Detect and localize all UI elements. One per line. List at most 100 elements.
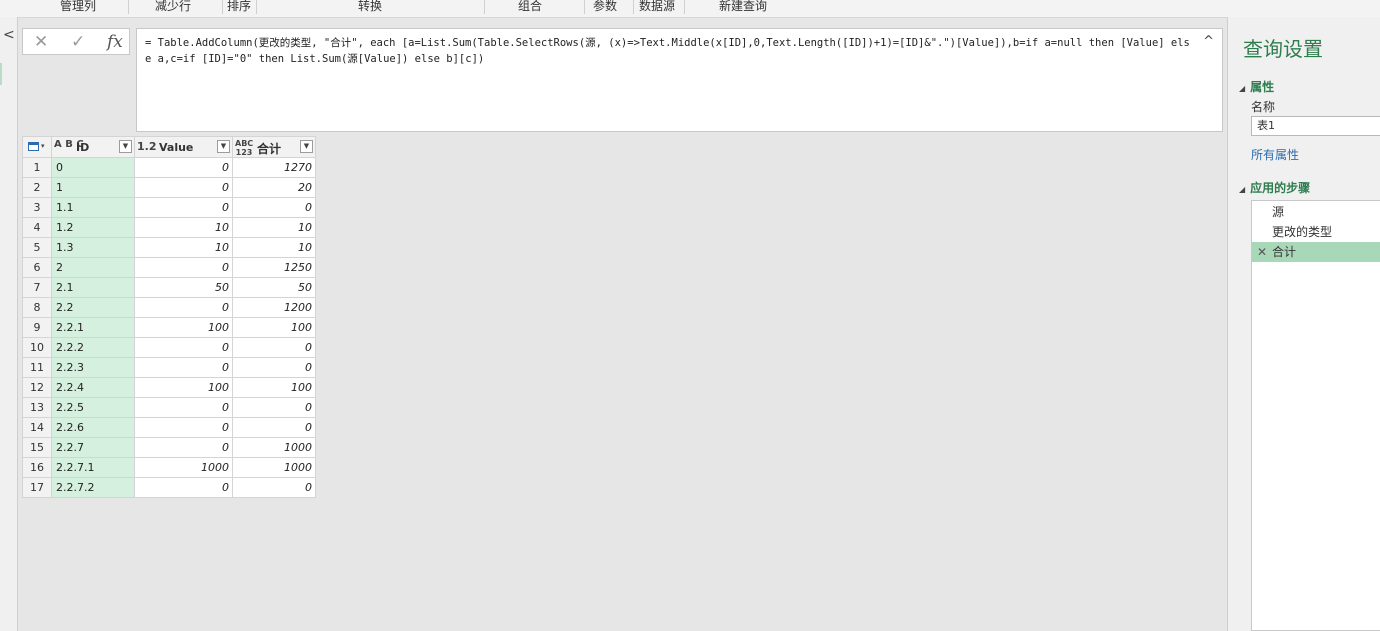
- cell-id[interactable]: 2.2: [51, 297, 135, 318]
- table-row[interactable]: 17 2.2.7.2 0 0: [22, 477, 316, 498]
- cell-value[interactable]: 0: [134, 477, 233, 498]
- row-number[interactable]: 17: [22, 477, 52, 498]
- filter-dropdown-icon[interactable]: ▼: [217, 139, 230, 153]
- table-menu-button[interactable]: ▾: [22, 136, 52, 158]
- cell-id[interactable]: 2.2.1: [51, 317, 135, 338]
- cell-total[interactable]: 0: [232, 397, 316, 418]
- cell-value[interactable]: 0: [134, 177, 233, 198]
- table-row[interactable]: 13 2.2.5 0 0: [22, 397, 316, 418]
- cell-total[interactable]: 0: [232, 197, 316, 218]
- row-number[interactable]: 4: [22, 217, 52, 238]
- row-number[interactable]: 2: [22, 177, 52, 198]
- cell-value[interactable]: 0: [134, 437, 233, 458]
- table-row[interactable]: 1 0 0 1270: [22, 157, 316, 178]
- table-row[interactable]: 4 1.2 10 10: [22, 217, 316, 238]
- close-icon[interactable]: ✕: [34, 32, 48, 52]
- cell-id[interactable]: 1.3: [51, 237, 135, 258]
- table-row[interactable]: 15 2.2.7 0 1000: [22, 437, 316, 458]
- column-header-value[interactable]: 1.2 Value ▼: [134, 136, 233, 158]
- step-source[interactable]: 源: [1252, 202, 1380, 222]
- cell-id[interactable]: 1.1: [51, 197, 135, 218]
- row-number[interactable]: 14: [22, 417, 52, 438]
- cell-value[interactable]: 0: [134, 197, 233, 218]
- column-header-id[interactable]: A B C ID ▼: [51, 136, 135, 158]
- table-row[interactable]: 9 2.2.1 100 100: [22, 317, 316, 338]
- check-icon[interactable]: ✓: [71, 32, 85, 52]
- any-type-icon[interactable]: ABC 123: [235, 139, 253, 157]
- row-number[interactable]: 6: [22, 257, 52, 278]
- cell-id[interactable]: 1: [51, 177, 135, 198]
- column-header-total[interactable]: ABC 123 合计 ▼: [232, 136, 316, 158]
- cell-id[interactable]: 1.2: [51, 217, 135, 238]
- table-row[interactable]: 5 1.3 10 10: [22, 237, 316, 258]
- cell-total[interactable]: 0: [232, 357, 316, 378]
- cell-value[interactable]: 100: [134, 377, 233, 398]
- row-number[interactable]: 15: [22, 437, 52, 458]
- cell-total[interactable]: 0: [232, 337, 316, 358]
- cell-id[interactable]: 2.2.3: [51, 357, 135, 378]
- cell-value[interactable]: 0: [134, 257, 233, 278]
- row-number[interactable]: 11: [22, 357, 52, 378]
- step-total[interactable]: ✕ 合计: [1252, 242, 1380, 262]
- step-changed-type[interactable]: 更改的类型: [1252, 222, 1380, 242]
- table-row[interactable]: 16 2.2.7.1 1000 1000: [22, 457, 316, 478]
- cell-id[interactable]: 2.2.7.2: [51, 477, 135, 498]
- collapse-triangle-icon[interactable]: ◢: [1239, 84, 1245, 93]
- cell-total[interactable]: 1270: [232, 157, 316, 178]
- all-properties-link[interactable]: 所有属性: [1251, 146, 1299, 163]
- table-row[interactable]: 12 2.2.4 100 100: [22, 377, 316, 398]
- chevron-left-icon[interactable]: <: [3, 27, 15, 43]
- chevron-up-icon[interactable]: ^: [1203, 34, 1214, 49]
- row-number[interactable]: 13: [22, 397, 52, 418]
- cell-total[interactable]: 1200: [232, 297, 316, 318]
- row-number[interactable]: 10: [22, 337, 52, 358]
- row-number[interactable]: 12: [22, 377, 52, 398]
- delete-step-icon[interactable]: ✕: [1257, 242, 1267, 262]
- cell-id[interactable]: 2.2.2: [51, 337, 135, 358]
- cell-value[interactable]: 0: [134, 417, 233, 438]
- cell-total[interactable]: 100: [232, 317, 316, 338]
- cell-total[interactable]: 1250: [232, 257, 316, 278]
- cell-id[interactable]: 2.1: [51, 277, 135, 298]
- fx-icon[interactable]: fx: [107, 32, 123, 52]
- applied-steps-section-header[interactable]: ◢ 应用的步骤: [1239, 179, 1310, 196]
- filter-dropdown-icon[interactable]: ▼: [119, 139, 132, 153]
- cell-value[interactable]: 1000: [134, 457, 233, 478]
- cell-total[interactable]: 0: [232, 477, 316, 498]
- cell-id[interactable]: 2.2.7: [51, 437, 135, 458]
- cell-id[interactable]: 2.2.7.1: [51, 457, 135, 478]
- table-row[interactable]: 8 2.2 0 1200: [22, 297, 316, 318]
- cell-id[interactable]: 2.2.4: [51, 377, 135, 398]
- cell-total[interactable]: 0: [232, 417, 316, 438]
- table-row[interactable]: 6 2 0 1250: [22, 257, 316, 278]
- cell-id[interactable]: 2: [51, 257, 135, 278]
- row-number[interactable]: 1: [22, 157, 52, 178]
- table-row[interactable]: 2 1 0 20: [22, 177, 316, 198]
- formula-bar[interactable]: = Table.AddColumn(更改的类型, "合计", each [a=L…: [136, 28, 1223, 132]
- formula-text[interactable]: = Table.AddColumn(更改的类型, "合计", each [a=L…: [145, 35, 1195, 67]
- table-row[interactable]: 14 2.2.6 0 0: [22, 417, 316, 438]
- cell-total[interactable]: 1000: [232, 437, 316, 458]
- cell-value[interactable]: 0: [134, 397, 233, 418]
- cell-value[interactable]: 10: [134, 217, 233, 238]
- cell-id[interactable]: 0: [51, 157, 135, 178]
- cell-total[interactable]: 100: [232, 377, 316, 398]
- table-row[interactable]: 3 1.1 0 0: [22, 197, 316, 218]
- row-number[interactable]: 8: [22, 297, 52, 318]
- filter-dropdown-icon[interactable]: ▼: [300, 139, 313, 153]
- cell-total[interactable]: 20: [232, 177, 316, 198]
- properties-section-header[interactable]: ◢ 属性: [1239, 78, 1274, 95]
- decimal-type-icon[interactable]: 1.2: [137, 141, 157, 152]
- row-number[interactable]: 9: [22, 317, 52, 338]
- row-number[interactable]: 16: [22, 457, 52, 478]
- cell-total[interactable]: 10: [232, 217, 316, 238]
- cell-value[interactable]: 0: [134, 297, 233, 318]
- cell-id[interactable]: 2.2.6: [51, 417, 135, 438]
- cell-value[interactable]: 0: [134, 157, 233, 178]
- table-row[interactable]: 7 2.1 50 50: [22, 277, 316, 298]
- cell-total[interactable]: 50: [232, 277, 316, 298]
- cell-value[interactable]: 100: [134, 317, 233, 338]
- cell-value[interactable]: 50: [134, 277, 233, 298]
- cell-id[interactable]: 2.2.5: [51, 397, 135, 418]
- query-name-input[interactable]: 表1: [1251, 116, 1380, 136]
